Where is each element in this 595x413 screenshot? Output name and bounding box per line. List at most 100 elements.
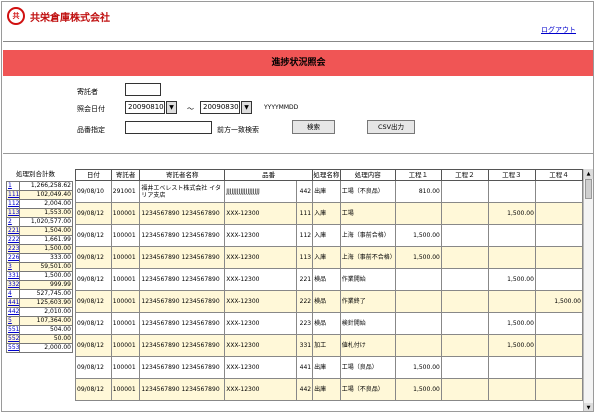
summary-row: 3 59,501.00 [6,262,73,272]
date-to-dropdown-icon[interactable]: ▼ [241,101,252,114]
summary-code-link[interactable]: 226 [6,253,20,263]
summary-code-link[interactable]: 553 [6,343,20,353]
date-separator: ～ [187,105,194,113]
step1-cell [394,268,442,291]
step3-cell [487,378,536,401]
table-row: 09/08/12 100001 1234567890 1234567890 XXX-1… [75,356,584,379]
item-input[interactable] [125,121,212,134]
summary-row: 5 107,364.00 [6,316,73,326]
summary-row: 551 504.00 [6,325,73,335]
summary-code-link[interactable]: 2 [6,217,20,227]
summary-code-link[interactable]: 442 [6,307,20,317]
date-from-input[interactable]: 20090810 [125,101,165,114]
table-row: 09/08/12 100001 1234567890 1234567890 XXX-1… [75,224,584,247]
consignor-cell: 100001 [110,312,141,335]
summary-code-link[interactable]: 222 [6,235,20,245]
process-content-cell: 作業終了 [339,290,396,313]
summary-code-link[interactable]: 3 [6,262,20,272]
process-name-cell: 出庫 [312,356,341,379]
item-cell: XXX-12300 [224,378,297,401]
process-content-cell: 工場（不良品） [339,378,396,401]
summary-code-link[interactable]: 552 [6,334,20,344]
process-code-cell: 441 [295,356,314,379]
summary-code-link[interactable]: 113 [6,208,20,218]
step2-cell [440,312,489,335]
summary-code-link[interactable]: 551 [6,325,20,335]
step4-cell: 1,500.00 [534,290,584,313]
scroll-down-icon[interactable]: ▼ [584,403,593,411]
item-cell: XXX-12300 [224,268,297,291]
company-name: 共栄倉庫株式会社 [30,12,110,24]
column-header: 処理名称 [312,169,341,181]
process-code-cell: 222 [295,290,314,313]
process-code-cell: 111 [295,202,314,225]
csv-export-button[interactable]: CSV出力 [367,120,415,134]
summary-value: 2,004.00 [19,199,73,209]
item-cell: XXX-12300 [224,224,297,247]
date-cell: 09/08/12 [75,378,112,401]
summary-code-link[interactable]: 111 [6,190,20,200]
process-content-cell: 上海（事前合格） [339,224,396,247]
consignor-name-cell: 1234567890 1234567890 [139,268,226,291]
summary-code-link[interactable]: 223 [6,244,20,254]
process-content-cell: 工場（不良品） [339,180,396,203]
step1-cell [394,290,442,313]
summary-code-link[interactable]: 112 [6,199,20,209]
step3-cell [487,180,536,203]
column-header: 工程２ [440,169,489,181]
step4-cell [534,268,584,291]
summary-code-link[interactable]: 5 [6,316,20,326]
date-cell: 09/08/12 [75,356,112,379]
vertical-scrollbar[interactable]: ▲ ▼ [583,169,593,411]
consignor-name-cell: 1234567890 1234567890 [139,202,226,225]
date-to-input[interactable]: 20090830 [200,101,240,114]
form-divider [3,153,593,154]
scrollbar-thumb[interactable] [585,179,592,199]
summary-code-link[interactable]: 1 [6,181,20,191]
consignor-cell: 100001 [110,356,141,379]
logout-link[interactable]: ログアウト [541,25,576,35]
date-from-dropdown-icon[interactable]: ▼ [166,101,177,114]
process-name-cell: 入庫 [312,224,341,247]
process-name-cell: 出庫 [312,378,341,401]
summary-value: 333.00 [19,253,73,263]
process-code-cell: 331 [295,334,314,357]
process-code-cell: 113 [295,246,314,269]
step1-cell: 1,500.00 [394,356,442,379]
scroll-up-icon[interactable]: ▲ [584,169,593,179]
process-content-cell: 工場（良品） [339,356,396,379]
date-cell: 09/08/12 [75,334,112,357]
step4-cell [534,356,584,379]
process-name-cell: 入庫 [312,202,341,225]
step2-cell [440,224,489,247]
summary-code-link[interactable]: 4 [6,289,20,299]
search-button[interactable]: 検索 [292,120,335,134]
consignor-name-cell: 福井エベレスト株式会社 イタリア支店 [139,180,226,203]
date-cell: 09/08/12 [75,224,112,247]
summary-code-link[interactable]: 331 [6,271,20,281]
summary-code-link[interactable]: 221 [6,226,20,236]
item-cell: JJJJJJJJJJJJJJJJJJJ [224,180,297,203]
step3-cell [487,246,536,269]
summary-value: 1,661.99 [19,235,73,245]
summary-row: 223 1,500.00 [6,244,73,254]
step1-cell [394,334,442,357]
consignor-name-cell: 1234567890 1234567890 [139,246,226,269]
process-code-cell: 221 [295,268,314,291]
item-cell: XXX-12300 [224,356,297,379]
summary-value: 1,500.00 [19,244,73,254]
consignor-input[interactable] [125,83,161,96]
consignor-name-cell: 1234567890 1234567890 [139,312,226,335]
column-header: 工程１ [394,169,442,181]
summary-value: 1,500.00 [19,271,73,281]
process-name-cell: 出庫 [312,180,341,203]
process-code-cell: 442 [295,180,314,203]
step4-cell [534,180,584,203]
summary-value: 1,504.00 [19,226,73,236]
date-cell: 09/08/12 [75,268,112,291]
summary-code-link[interactable]: 441 [6,298,20,308]
summary-code-link[interactable]: 332 [6,280,20,290]
consignor-cell: 100001 [110,202,141,225]
logo-mark-icon: 共 [7,7,25,25]
consignor-name-cell: 1234567890 1234567890 [139,224,226,247]
